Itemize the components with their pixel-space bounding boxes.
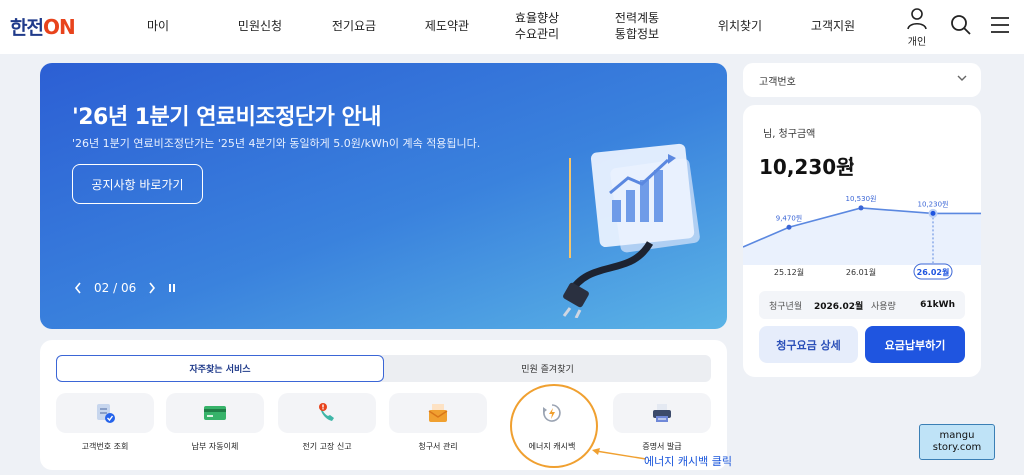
service-outage-report[interactable]: 전기 고장 신고 [278, 393, 376, 452]
envelope-icon [428, 404, 448, 422]
notice-shortcut-button[interactable]: 공지사항 바로가기 [72, 164, 203, 204]
watermark: mangu story.com [919, 424, 995, 460]
nav-electric-rates[interactable]: 전기요금 [320, 0, 388, 54]
nav-efficiency[interactable]: 효율향상 수요관리 [502, 0, 572, 54]
nav-grid-info[interactable]: 전력계통 통합정보 [602, 0, 672, 54]
phone-alert-icon [319, 403, 334, 421]
bill-trend-chart: 9,470원 25.12월 10,530원 26.01월 10,230원 26.02월 [743, 194, 981, 280]
user-label: 개인 [907, 37, 927, 48]
service-icon-box [56, 393, 154, 433]
nav-my[interactable]: 마이 [130, 0, 186, 54]
banner-pager: 02 / 06 [74, 281, 176, 295]
annotation-text: 에너지 캐시백 클릭 [644, 455, 732, 468]
search-icon[interactable] [950, 14, 972, 36]
service-icon-box [613, 393, 711, 433]
watermark-line-1: mangu [939, 429, 975, 441]
billing-month-label: 청구년월 [769, 301, 803, 312]
nav-location[interactable]: 위치찾기 [706, 0, 774, 54]
service-auto-transfer[interactable]: 납부 자동이체 [166, 393, 264, 452]
customer-select-label: 고객번호 [759, 76, 796, 88]
logo-on-text: ON [42, 14, 76, 39]
chart-data-label: 9,470원 [776, 213, 802, 222]
chart-tick-label[interactable]: 26.02월 [917, 267, 950, 277]
bill-name-label: 님, 청구금액 [763, 129, 816, 140]
customer-number-select[interactable]: 고객번호 [743, 63, 981, 97]
bill-info-row: 청구년월 2026.02월 사용량 61kWh [759, 291, 965, 319]
document-check-icon [97, 404, 115, 423]
service-energy-cashback[interactable]: 에너지 캐시백 [503, 393, 601, 452]
chart-tick-label[interactable]: 25.12월 [774, 267, 804, 277]
chart-data-label: 10,530원 [846, 194, 877, 203]
chart-tick-label[interactable]: 26.01월 [846, 267, 876, 277]
service-label: 납부 자동이체 [191, 442, 239, 451]
logo-text: 한전 [10, 17, 44, 39]
usage-label: 사용량 [871, 301, 896, 312]
bill-detail-button[interactable]: 청구요금 상세 [759, 326, 858, 363]
chevron-down-icon [957, 75, 967, 81]
chart-point[interactable] [858, 205, 864, 211]
service-bill-management[interactable]: 청구서 관리 [389, 393, 487, 452]
chevron-left-icon[interactable] [74, 282, 82, 294]
service-label: 청구서 관리 [418, 442, 458, 451]
banner-subtitle: '26년 1분기 연료비조정단가는 '25년 4분기와 동일하게 5.0원/kW… [72, 137, 481, 150]
chevron-right-icon[interactable] [148, 282, 156, 294]
pay-bill-button[interactable]: 요금납부하기 [865, 326, 965, 363]
chart-data-label: 10,230원 [918, 199, 949, 208]
service-icon-box [389, 393, 487, 433]
chart-point[interactable] [786, 224, 792, 230]
kepco-logo[interactable]: 한전 ON [10, 13, 76, 40]
energy-cashback-icon [543, 404, 561, 422]
bill-summary-card: 님, 청구금액 10,230원 9,470원 25.12월 10,530원 26.01… [743, 105, 981, 377]
pager-count: 02 / 06 [94, 281, 137, 295]
user-icon [907, 8, 927, 30]
tab-favorite-requests[interactable]: 민원 즐겨찾기 [384, 355, 711, 382]
service-label: 전기 고장 신고 [302, 442, 352, 451]
service-label: 고객번호 조회 [81, 442, 129, 451]
nav-civil-request[interactable]: 민원신청 [226, 0, 294, 54]
service-icon-box [278, 393, 376, 433]
service-icon-box [166, 393, 264, 433]
user-button[interactable]: 개인 [907, 8, 927, 48]
nav-policy-terms[interactable]: 제도약관 [413, 0, 481, 54]
usage-value: 61kWh [920, 300, 955, 310]
watermark-line-2: story.com [932, 442, 982, 453]
banner-title: '26년 1분기 연료비조정단가 안내 [72, 105, 382, 130]
card-icon [204, 406, 226, 420]
chevron-right-icon[interactable] [847, 158, 855, 170]
service-certificate[interactable]: 증명서 발급 [613, 393, 711, 452]
service-icon-box [503, 393, 601, 433]
printer-icon [653, 404, 671, 422]
chart-point[interactable] [928, 208, 938, 218]
annotation-arrow-icon [592, 448, 647, 460]
service-label: 에너지 캐시백 [528, 442, 576, 451]
main-banner[interactable]: '26년 1분기 연료비조정단가 안내 '26년 1분기 연료비조정단가는 '2… [40, 63, 727, 329]
top-header: 한전 ON 마이 민원신청 전기요금 제도약관 효율향상 수요관리 전력계통 통… [0, 0, 1024, 54]
service-customer-number[interactable]: 고객번호 조회 [56, 393, 154, 452]
nav-customer-support[interactable]: 고객지원 [799, 0, 867, 54]
hamburger-menu-icon[interactable] [990, 16, 1010, 34]
bill-amount[interactable]: 10,230원 [759, 151, 855, 180]
billing-month-value: 2026.02월 [814, 301, 864, 312]
tab-frequent-services[interactable]: 자주찾는 서비스 [56, 355, 384, 382]
service-tabs: 자주찾는 서비스 민원 즐겨찾기 [56, 355, 711, 382]
pause-icon[interactable] [168, 283, 176, 293]
chart-plug-illustration-icon [562, 143, 700, 318]
